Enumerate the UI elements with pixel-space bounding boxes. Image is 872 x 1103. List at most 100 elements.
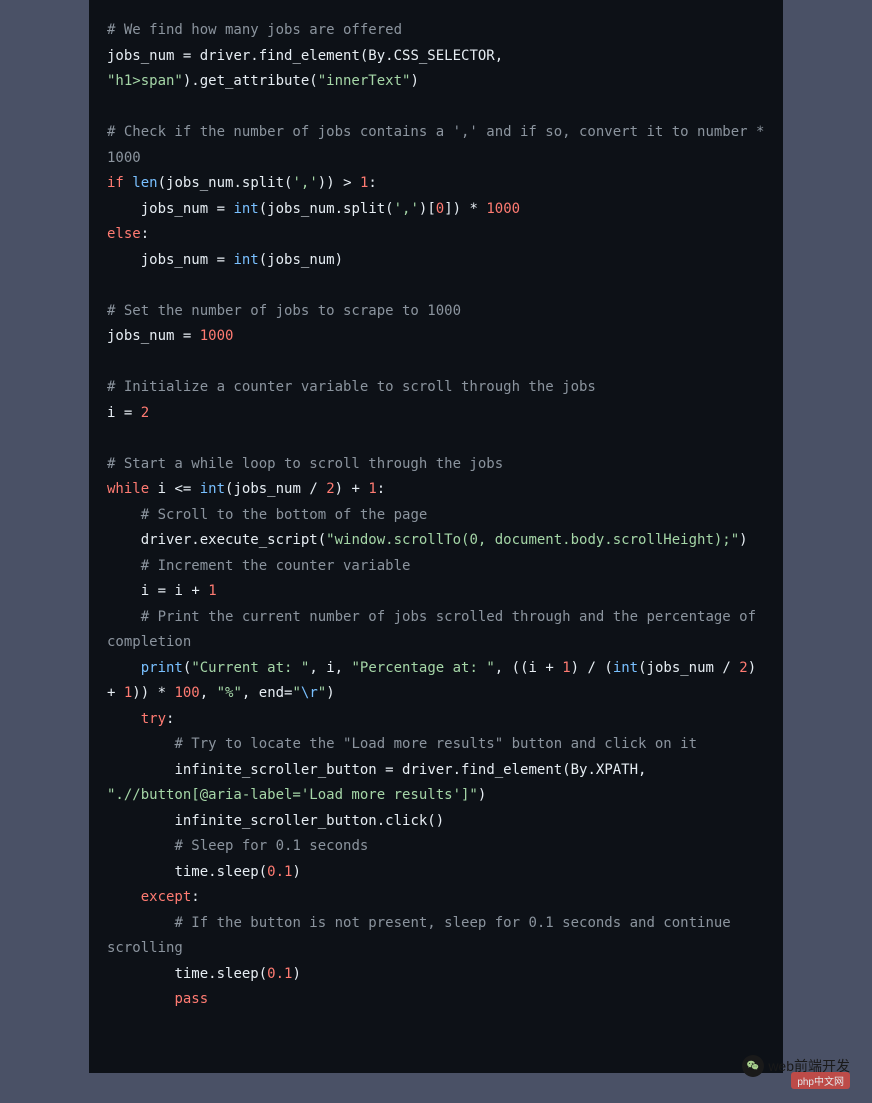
code-indent [141, 966, 175, 982]
code-token: = [208, 201, 233, 217]
code-token: jobs_num [141, 252, 208, 268]
code-string: "%" [217, 685, 242, 701]
code-number: 1000 [200, 328, 234, 344]
code-window: # We find how many jobs are offered jobs… [89, 0, 783, 1073]
code-comment: # If the button is not present, sleep fo… [107, 915, 739, 957]
code-indent [107, 507, 141, 523]
code-token: : [377, 481, 385, 497]
code-builtin: int [200, 481, 225, 497]
code-comment: # We find how many jobs are offered [107, 22, 402, 38]
code-string: "h1>span" [107, 73, 183, 89]
code-number: 0.1 [267, 966, 292, 982]
code-comment: # Check if the number of jobs contains a… [107, 124, 773, 166]
code-indent [141, 864, 175, 880]
code-token: infinite_scroller_button [174, 762, 376, 778]
code-token: i [326, 660, 334, 676]
code-comment: # Scroll to the bottom of the page [141, 507, 428, 523]
code-token: )) * [132, 685, 174, 701]
code-indent [141, 736, 175, 752]
code-string: " [292, 685, 300, 701]
code-token: i [174, 583, 182, 599]
code-token: jobs_num [107, 328, 174, 344]
code-builtin: print [141, 660, 183, 676]
code-string: ".//button[@aria-label='Load more result… [107, 787, 478, 803]
code-token: driver.execute_script( [141, 532, 326, 548]
code-indent [107, 991, 141, 1007]
code-indent [141, 813, 175, 829]
code-keyword: else [107, 226, 141, 242]
code-token: ( [158, 175, 166, 191]
code-token: ) [326, 685, 334, 701]
code-token: = [377, 762, 402, 778]
code-string: ',' [292, 175, 317, 191]
code-string: ',' [394, 201, 419, 217]
code-number: 1000 [486, 201, 520, 217]
code-indent [107, 838, 141, 854]
code-token: , [495, 660, 512, 676]
code-builtin: len [132, 175, 157, 191]
code-indent [141, 838, 175, 854]
code-comment: # Try to locate the "Load more results" … [174, 736, 697, 752]
code-token: = [174, 48, 199, 64]
code-keyword: pass [174, 991, 208, 1007]
code-token: ) [292, 966, 300, 982]
code-token: , [200, 685, 217, 701]
code-token: i <= [149, 481, 200, 497]
code-indent [107, 915, 141, 931]
code-number: 1 [208, 583, 216, 599]
code-keyword: if [107, 175, 124, 191]
code-indent [107, 889, 141, 905]
code-indent [141, 915, 175, 931]
code-token: : [166, 711, 174, 727]
code-number: 2 [739, 660, 747, 676]
code-token: = [208, 252, 233, 268]
code-keyword: try [141, 711, 166, 727]
code-comment: # Increment the counter variable [141, 558, 411, 574]
code-token: end= [259, 685, 293, 701]
code-block[interactable]: # We find how many jobs are offered jobs… [107, 18, 765, 1013]
code-comment: # Start a while loop to scroll through t… [107, 456, 503, 472]
code-token: ) [739, 532, 747, 548]
code-string: "window.scrollTo(0, document.body.scroll… [326, 532, 739, 548]
code-indent [107, 864, 141, 880]
code-token: (jobs_num) [259, 252, 343, 268]
code-number: 2 [141, 405, 149, 421]
code-builtin: int [613, 660, 638, 676]
code-token: time.sleep( [174, 966, 267, 982]
code-token: ) / ( [571, 660, 613, 676]
code-token: jobs_num [141, 201, 208, 217]
code-token: ) + [335, 481, 369, 497]
code-comment: # Set the number of jobs to scrape to 10… [107, 303, 461, 319]
code-indent [107, 201, 141, 217]
code-token: driver.find_element(By.XPATH, [402, 762, 655, 778]
code-token: : [191, 889, 199, 905]
code-token: (jobs_num / [638, 660, 739, 676]
code-indent [141, 762, 175, 778]
code-token: ) [410, 73, 418, 89]
code-token: jobs_num [166, 175, 233, 191]
code-builtin: int [233, 252, 258, 268]
code-indent [107, 813, 141, 829]
code-indent [107, 711, 141, 727]
code-token: ((i + [512, 660, 563, 676]
code-number: 1 [562, 660, 570, 676]
code-token: )) [318, 175, 335, 191]
code-indent [107, 660, 141, 676]
code-number: 100 [174, 685, 199, 701]
code-indent [107, 762, 141, 778]
wechat-icon [742, 1055, 764, 1077]
code-token: , [242, 685, 259, 701]
code-token: , [335, 660, 352, 676]
code-token: = [149, 583, 174, 599]
code-indent [107, 609, 141, 625]
code-number: 2 [326, 481, 334, 497]
code-indent [107, 532, 141, 548]
code-keyword: except [141, 889, 192, 905]
code-token: + [183, 583, 208, 599]
code-string: " [318, 685, 326, 701]
code-token: ]) [444, 201, 461, 217]
code-indent [107, 966, 141, 982]
code-token: .split( [233, 175, 292, 191]
code-token: * [461, 201, 486, 217]
code-builtin: int [233, 201, 258, 217]
